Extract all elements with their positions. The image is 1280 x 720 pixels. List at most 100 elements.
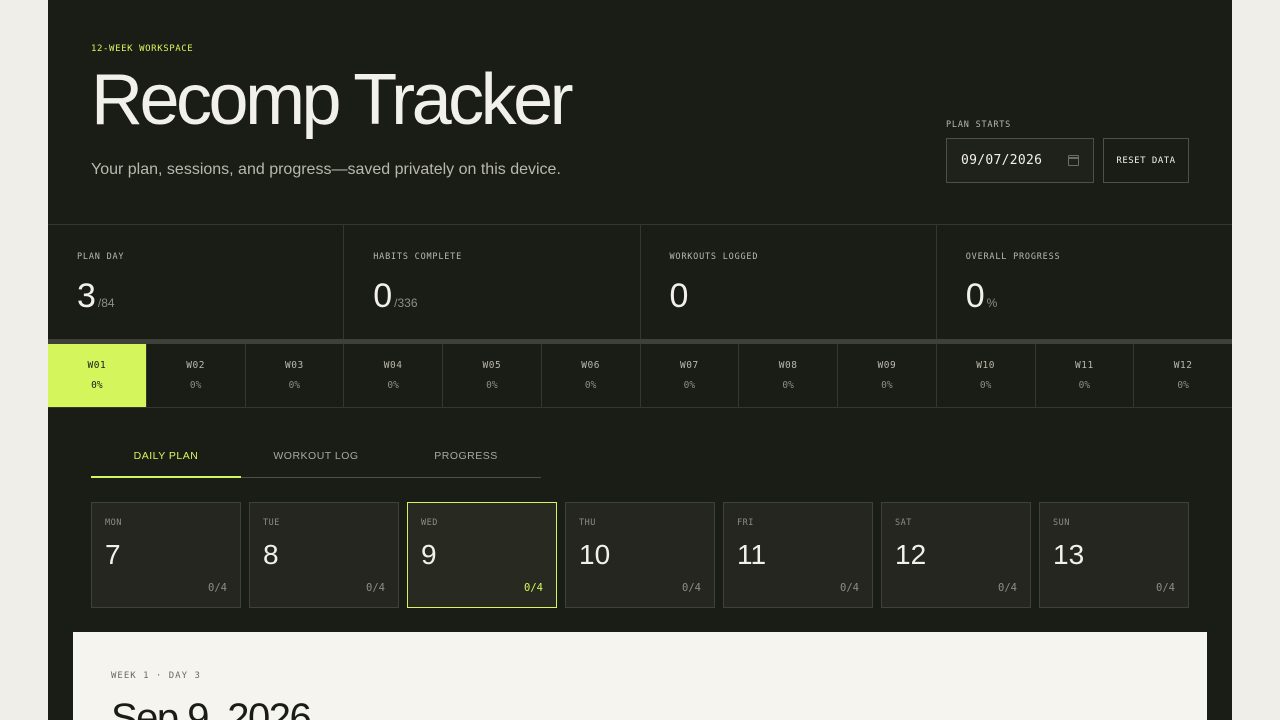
day-habit-count: 0/4 <box>208 582 227 594</box>
week-percent: 0% <box>486 380 498 391</box>
week-label: W04 <box>383 360 403 371</box>
week-tab-w05[interactable]: W05 0% <box>443 344 542 407</box>
day-card-fri[interactable]: FRI 11 0/4 <box>723 502 873 608</box>
calendar-icon[interactable] <box>1068 155 1079 166</box>
week-percent: 0% <box>584 380 597 391</box>
week-label: W02 <box>186 360 205 371</box>
week-label: W01 <box>87 360 107 371</box>
week-label: W06 <box>581 360 600 371</box>
day-card-mon[interactable]: MON 7 0/4 <box>91 502 241 608</box>
stat-sub: /336 <box>394 296 418 310</box>
day-number: 7 <box>105 539 121 570</box>
day-card-thu[interactable]: THU 10 0/4 <box>565 502 715 608</box>
day-card-sun[interactable]: SUN 13 0/4 <box>1039 502 1189 608</box>
week-tab-w09[interactable]: W09 0% <box>838 344 937 407</box>
week-percent: 0% <box>881 380 893 391</box>
app-shell: 12-WEEK WORKSPACE Recomp Tracker Your pl… <box>48 0 1232 720</box>
plan-start-date-input[interactable]: 09/07/2026 <box>946 138 1094 183</box>
day-name: FRI <box>737 518 754 528</box>
week-percent: 0% <box>782 380 794 391</box>
week-tab-w12[interactable]: W12 0% <box>1134 344 1232 407</box>
stat-value: 0% <box>966 277 998 316</box>
stat-number: 3 <box>77 277 96 315</box>
stat-workouts-logged: WORKOUTS LOGGED 0 <box>641 225 937 340</box>
day-name: WED <box>421 518 438 528</box>
week-label: W07 <box>680 360 699 371</box>
workspace-eyebrow: 12-WEEK WORKSPACE <box>91 44 194 54</box>
week-tab-w03[interactable]: W03 0% <box>246 344 345 407</box>
week-label: W10 <box>976 360 995 371</box>
day-name: TUE <box>263 518 280 528</box>
day-name: SUN <box>1053 518 1070 528</box>
stat-label: OVERALL PROGRESS <box>965 252 1061 262</box>
day-card-sat[interactable]: SAT 12 0/4 <box>881 502 1031 608</box>
day-detail-date: Sep 9, 2026 <box>111 696 312 720</box>
stats-row: PLAN DAY 3/84 HABITS COMPLETE 0/336 WORK… <box>48 224 1232 340</box>
week-percent: 0% <box>683 380 696 391</box>
week-tab-w11[interactable]: W11 0% <box>1036 344 1135 407</box>
plan-starts-label: PLAN STARTS <box>946 120 1012 130</box>
week-label: W12 <box>1173 360 1193 371</box>
stat-sub: /84 <box>97 296 115 310</box>
day-habit-count: 0/4 <box>682 582 701 594</box>
stat-number: 0 <box>669 277 689 315</box>
week-label: W08 <box>778 360 798 371</box>
stat-sub: % <box>986 296 998 310</box>
stat-label: HABITS COMPLETE <box>373 252 463 262</box>
week-percent: 0% <box>189 380 202 391</box>
day-detail-eyebrow: WEEK 1 · DAY 3 <box>111 671 201 681</box>
stat-habits-complete: HABITS COMPLETE 0/336 <box>344 225 641 340</box>
week-tab-w10[interactable]: W10 0% <box>937 344 1036 407</box>
page-subtitle: Your plan, sessions, and progress—saved … <box>91 161 561 178</box>
week-label: W11 <box>1075 360 1094 371</box>
week-percent: 0% <box>1177 380 1189 391</box>
week-tab-w01[interactable]: W01 0% <box>48 344 147 407</box>
week-tab-w04[interactable]: W04 0% <box>344 344 443 407</box>
day-habit-count: 0/4 <box>1156 582 1175 594</box>
tab-daily-plan[interactable]: DAILY PLAN <box>91 440 241 478</box>
day-habit-count: 0/4 <box>366 582 385 594</box>
day-number: 9 <box>421 539 437 570</box>
stat-value: 0 <box>670 277 691 316</box>
tab-progress[interactable]: PROGRESS <box>391 440 541 477</box>
day-name: MON <box>105 518 122 528</box>
day-number: 13 <box>1053 539 1085 570</box>
week-percent: 0% <box>1078 380 1091 391</box>
plan-start-date-value: 09/07/2026 <box>961 153 1043 168</box>
week-tab-w08[interactable]: W08 0% <box>739 344 838 407</box>
stat-label: WORKOUTS LOGGED <box>669 252 759 262</box>
week-selector: W01 0% W02 0% W03 0% W04 0% W05 0% W06 0% W07 0… <box>48 344 1232 408</box>
stat-number: 0 <box>373 277 393 315</box>
day-name: THU <box>579 518 596 528</box>
stat-plan-day: PLAN DAY 3/84 <box>48 225 345 340</box>
day-number: 11 <box>737 539 767 570</box>
reset-data-button[interactable]: RESET DATA <box>1103 138 1189 183</box>
day-detail-panel: WEEK 1 · DAY 3 Sep 9, 2026 <box>73 632 1207 720</box>
page-title: Recomp Tracker <box>91 60 574 140</box>
week-percent: 0% <box>91 380 103 391</box>
day-number: 12 <box>895 539 927 570</box>
day-card-wed[interactable]: WED 9 0/4 <box>407 502 557 608</box>
view-tabs: DAILY PLAN WORKOUT LOG PROGRESS <box>91 440 541 478</box>
stat-number: 0 <box>965 277 985 315</box>
day-name: SAT <box>895 518 912 528</box>
day-number: 10 <box>579 539 611 570</box>
week-percent: 0% <box>288 380 301 391</box>
tab-workout-log[interactable]: WORKOUT LOG <box>241 440 391 477</box>
week-label: W05 <box>482 360 502 371</box>
day-card-tue[interactable]: TUE 8 0/4 <box>249 502 399 608</box>
stat-overall-progress: OVERALL PROGRESS 0% <box>937 225 1232 340</box>
week-percent: 0% <box>387 380 399 391</box>
day-habit-count: 0/4 <box>840 582 859 594</box>
week-label: W09 <box>877 360 897 371</box>
stat-label: PLAN DAY <box>77 252 125 262</box>
week-percent: 0% <box>979 380 992 391</box>
day-habit-count: 0/4 <box>998 582 1017 594</box>
stat-value: 3/84 <box>77 277 115 316</box>
week-tab-w02[interactable]: W02 0% <box>147 344 246 407</box>
week-tab-w06[interactable]: W06 0% <box>542 344 641 407</box>
day-selector: MON 7 0/4 TUE 8 0/4 WED 9 0/4 THU 10 0/4 FRI 11 0/… <box>91 502 1189 608</box>
week-tab-w07[interactable]: W07 0% <box>641 344 740 407</box>
day-habit-count: 0/4 <box>524 582 543 594</box>
stat-value: 0/336 <box>373 277 417 316</box>
